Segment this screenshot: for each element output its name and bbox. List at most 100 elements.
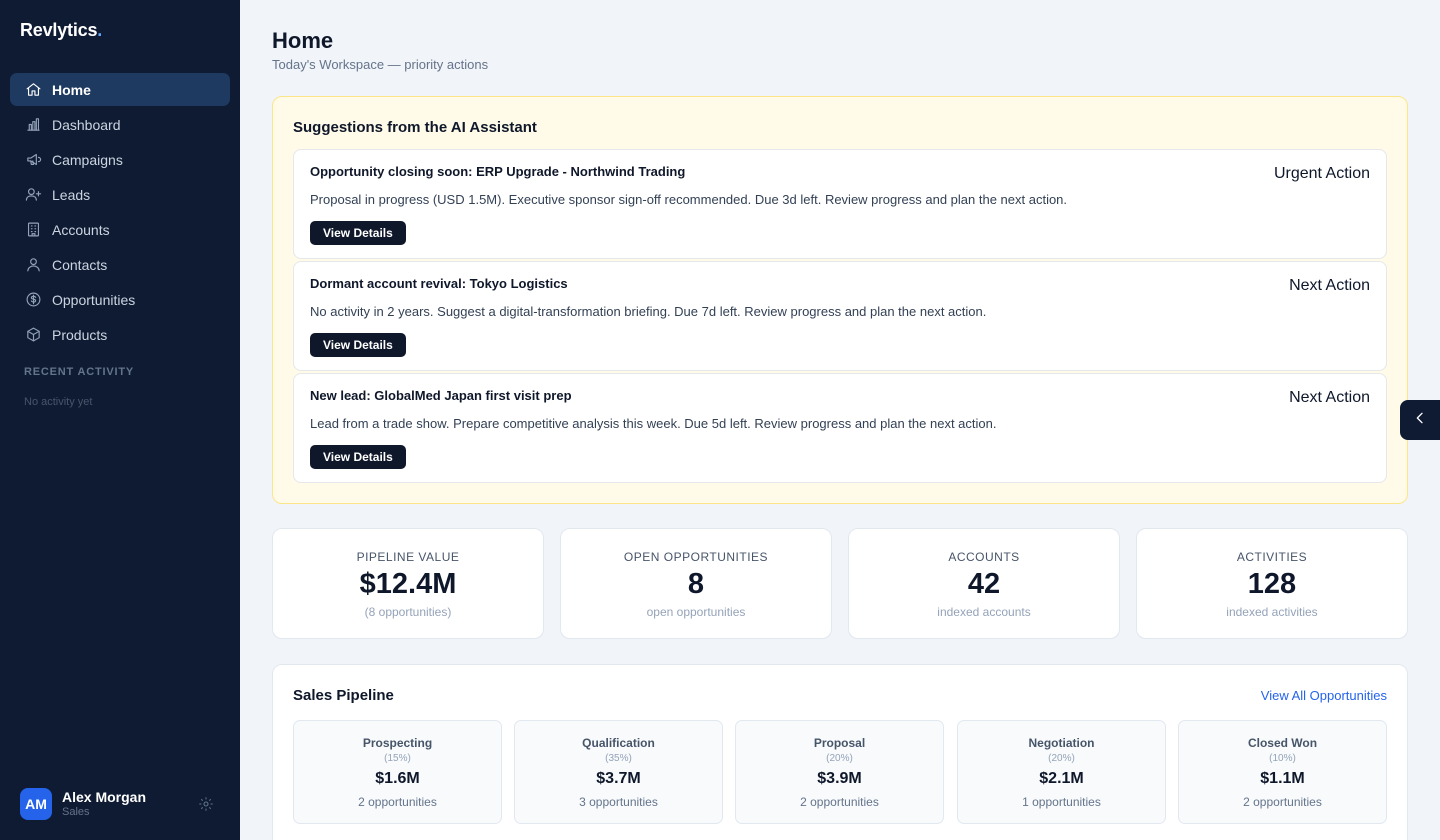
suggestion-priority: Next Action — [1289, 389, 1370, 406]
stage-count: 1 opportunities — [1022, 795, 1101, 809]
recent-activity-empty: No activity yet — [24, 396, 93, 408]
suggestion-title: New lead: GlobalMed Japan first visit pr… — [310, 388, 572, 403]
stat-note: open opportunities — [646, 605, 746, 619]
bar-chart-icon — [24, 116, 42, 134]
user-name: Alex Morgan — [62, 789, 147, 805]
sales-pipeline-panel: Sales Pipeline View All Opportunities Pr… — [272, 664, 1408, 840]
user-icon — [24, 256, 42, 274]
sidebar-item-label: Dashboard — [52, 116, 121, 133]
panel-expand-button[interactable] — [1400, 400, 1440, 440]
stat-card-pipeline-value: PIPELINE VALUE $12.4M (8 opportunities) — [272, 528, 544, 639]
stage-value: $3.9M — [817, 770, 862, 787]
sidebar-item-home[interactable]: Home — [10, 73, 230, 106]
stat-card-accounts: ACCOUNTS 42 indexed accounts — [848, 528, 1120, 639]
page-subtitle: Today's Workspace — priority actions — [272, 57, 489, 72]
suggestion-title: Dormant account revival: Tokyo Logistics — [310, 276, 568, 291]
stat-value: 8 — [687, 568, 705, 600]
sidebar: Revlytics. Home Dashboard Campaigns Lead… — [0, 0, 240, 840]
pipeline-stage-proposal[interactable]: Proposal (20%) $3.9M 2 opportunities — [735, 720, 944, 824]
sidebar-item-products[interactable]: Products — [10, 318, 230, 351]
stage-percent: (15%) — [384, 753, 411, 764]
megaphone-icon — [24, 151, 42, 169]
suggestion-card: Dormant account revival: Tokyo Logistics… — [293, 261, 1387, 371]
stage-count: 3 opportunities — [579, 795, 658, 809]
avatar: AM — [20, 788, 52, 820]
home-icon — [24, 81, 42, 99]
stage-name: Negotiation — [1028, 736, 1095, 750]
page-title: Home — [272, 28, 334, 53]
sidebar-item-contacts[interactable]: Contacts — [10, 248, 230, 281]
ai-suggestions-panel: Suggestions from the AI Assistant Opport… — [272, 96, 1408, 504]
suggestion-card: Opportunity closing soon: ERP Upgrade - … — [293, 149, 1387, 259]
sidebar-item-label: Leads — [52, 186, 91, 203]
sidebar-nav: Home Dashboard Campaigns Leads Accounts … — [10, 73, 230, 353]
sidebar-item-label: Accounts — [52, 221, 110, 238]
user-plus-icon — [24, 186, 42, 204]
view-details-button[interactable]: View Details — [310, 445, 406, 469]
view-details-button[interactable]: View Details — [310, 333, 406, 357]
stat-card-open-opportunities: OPEN OPPORTUNITIES 8 open opportunities — [560, 528, 832, 639]
sidebar-item-label: Campaigns — [52, 151, 123, 168]
building-icon — [24, 221, 42, 239]
sidebar-item-label: Contacts — [52, 256, 108, 273]
recent-activity-heading: RECENT ACTIVITY — [24, 366, 134, 378]
sidebar-item-label: Products — [52, 326, 108, 343]
sidebar-item-opportunities[interactable]: Opportunities — [10, 283, 230, 316]
stat-label: ACCOUNTS — [948, 550, 1020, 564]
user-role: Sales — [62, 806, 90, 818]
suggestion-description: Proposal in progress (USD 1.5M). Executi… — [310, 192, 1068, 207]
stage-percent: (10%) — [1269, 753, 1296, 764]
suggestion-priority: Next Action — [1289, 277, 1370, 294]
chevron-left-icon — [1412, 410, 1428, 431]
box-icon — [24, 326, 42, 344]
stage-value: $1.1M — [1260, 770, 1305, 787]
stage-value: $3.7M — [596, 770, 641, 787]
user-profile[interactable]: AM Alex Morgan Sales — [20, 788, 220, 820]
stage-percent: (35%) — [605, 753, 632, 764]
sidebar-item-leads[interactable]: Leads — [10, 178, 230, 211]
sidebar-item-label: Opportunities — [52, 291, 136, 308]
stat-value: 42 — [967, 568, 1001, 600]
stage-name: Closed Won — [1247, 736, 1318, 750]
suggestion-title: Opportunity closing soon: ERP Upgrade - … — [310, 164, 686, 179]
stat-value: $12.4M — [359, 568, 457, 600]
stage-count: 2 opportunities — [1243, 795, 1322, 809]
stat-note: indexed accounts — [937, 605, 1031, 619]
stage-value: $2.1M — [1039, 770, 1084, 787]
pipeline-stage-qualification[interactable]: Qualification (35%) $3.7M 3 opportunitie… — [514, 720, 723, 824]
sidebar-item-accounts[interactable]: Accounts — [10, 213, 230, 246]
stat-label: PIPELINE VALUE — [356, 550, 460, 564]
gear-icon[interactable] — [198, 796, 214, 812]
stage-name: Proposal — [813, 736, 866, 750]
pipeline-title: Sales Pipeline — [293, 687, 394, 704]
ai-panel-title: Suggestions from the AI Assistant — [293, 119, 537, 136]
pipeline-stage-prospecting[interactable]: Prospecting (15%) $1.6M 2 opportunities — [293, 720, 502, 824]
suggestion-description: No activity in 2 years. Suggest a digita… — [310, 304, 987, 319]
suggestion-card: New lead: GlobalMed Japan first visit pr… — [293, 373, 1387, 483]
stat-note: (8 opportunities) — [364, 605, 452, 619]
stage-percent: (20%) — [1048, 753, 1075, 764]
view-all-opportunities-link[interactable]: View All Opportunities — [1261, 688, 1387, 703]
dollar-circle-icon — [24, 291, 42, 309]
stage-name: Prospecting — [362, 736, 433, 750]
stat-note: indexed activities — [1226, 605, 1318, 619]
sidebar-item-label: Home — [52, 81, 91, 98]
sidebar-item-dashboard[interactable]: Dashboard — [10, 108, 230, 141]
pipeline-stage-closed-won[interactable]: Closed Won (10%) $1.1M 2 opportunities — [1178, 720, 1387, 824]
user-info: Alex Morgan Sales — [62, 789, 146, 819]
stat-value: 128 — [1247, 568, 1297, 600]
stat-card-activities: ACTIVITIES 128 indexed activities — [1136, 528, 1408, 639]
stage-value: $1.6M — [375, 770, 420, 787]
stage-name: Qualification — [582, 736, 655, 750]
suggestion-description: Lead from a trade show. Prepare competit… — [310, 416, 997, 431]
suggestion-priority: Urgent Action — [1273, 165, 1370, 182]
stage-count: 2 opportunities — [358, 795, 437, 809]
brand-logo[interactable]: Revlytics. — [20, 20, 102, 41]
stage-percent: (20%) — [826, 753, 853, 764]
sidebar-item-campaigns[interactable]: Campaigns — [10, 143, 230, 176]
stat-label: ACTIVITIES — [1236, 550, 1308, 564]
stat-label: OPEN OPPORTUNITIES — [623, 550, 769, 564]
stage-count: 2 opportunities — [800, 795, 879, 809]
view-details-button[interactable]: View Details — [310, 221, 406, 245]
pipeline-stage-negotiation[interactable]: Negotiation (20%) $2.1M 1 opportunities — [957, 720, 1166, 824]
